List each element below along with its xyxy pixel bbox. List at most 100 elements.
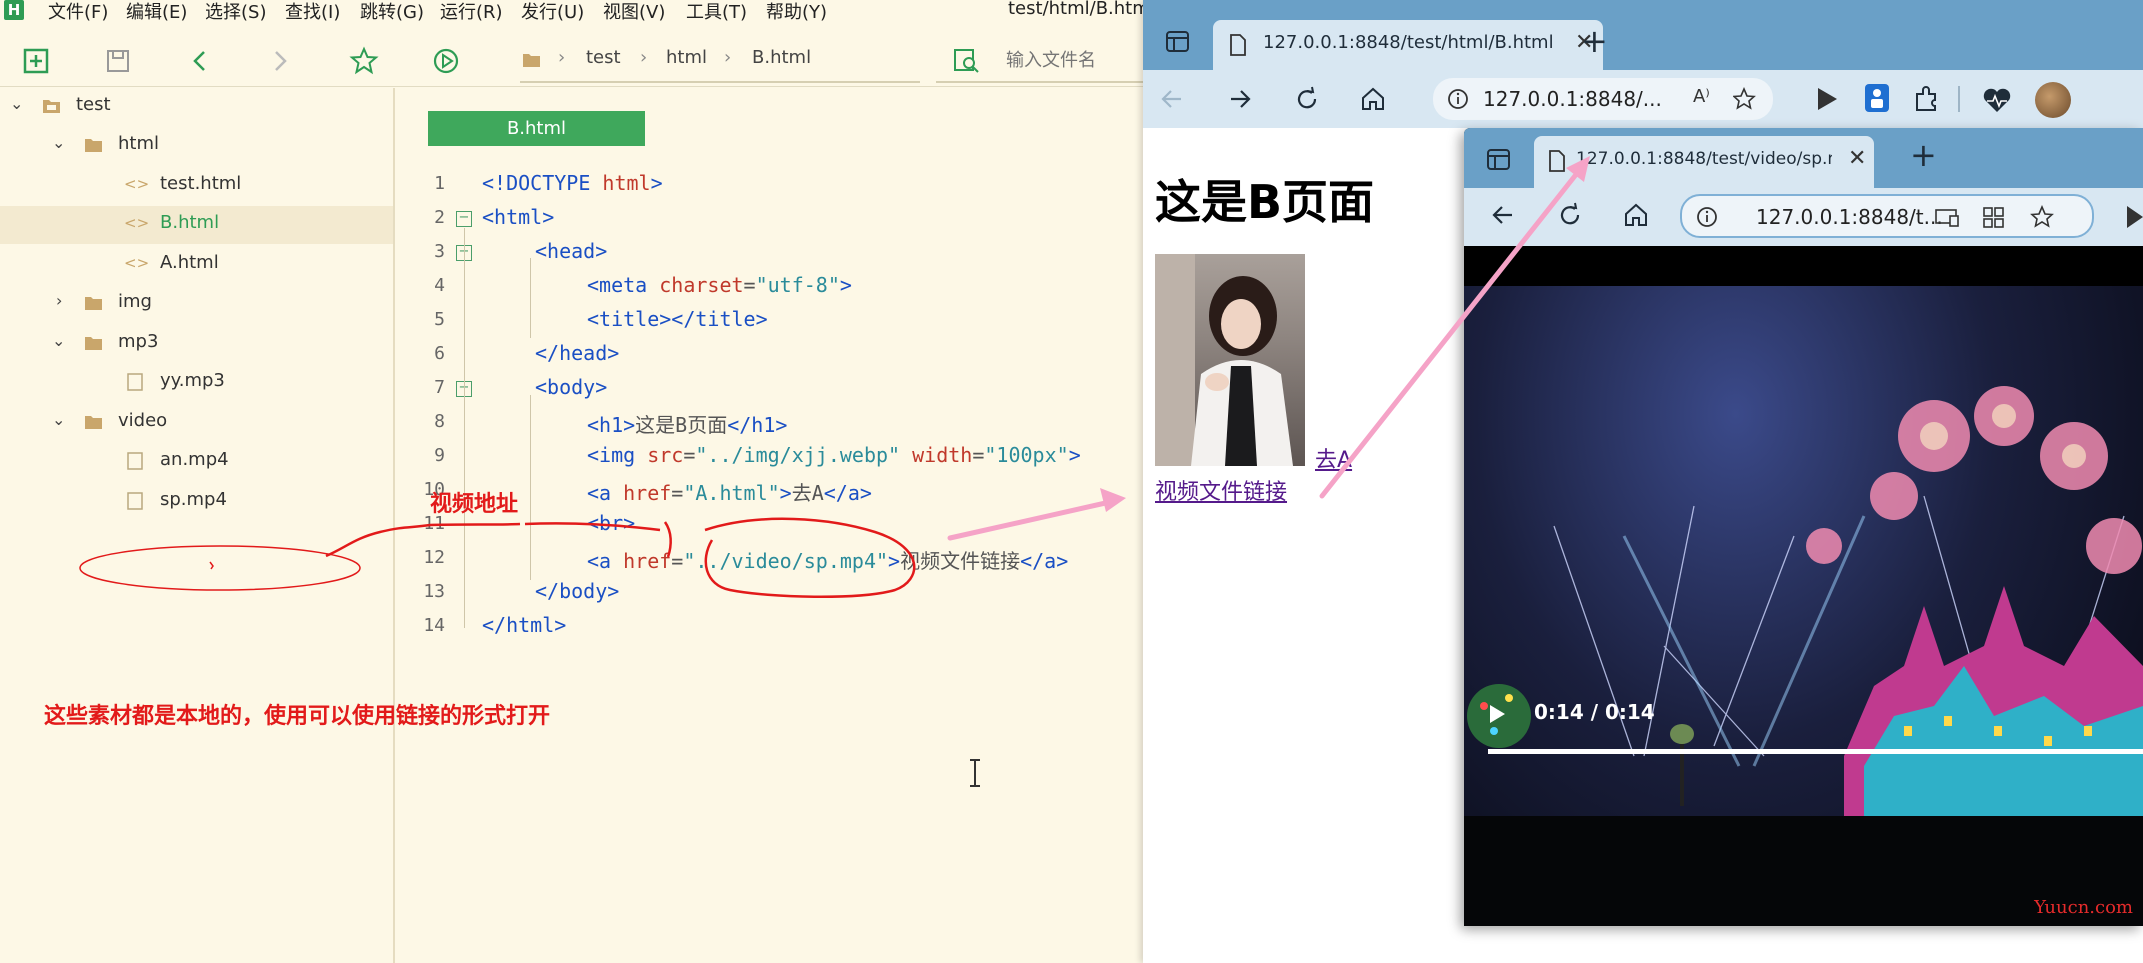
new-tab-icon[interactable]: + [1581,22,1608,60]
extension-figure-icon[interactable] [1863,82,1891,114]
cast-icon[interactable] [1934,208,1960,228]
video-progress-track[interactable] [1488,749,2143,754]
add-favorite-icon[interactable] [1733,87,1759,111]
tree-item-label: yy.mp3 [160,370,225,391]
health-icon[interactable] [1981,86,2013,114]
refresh-icon[interactable] [1556,201,1584,229]
tab-actions-icon[interactable] [1165,30,1191,54]
tree-item-a-html[interactable]: <> A.html [0,246,393,284]
save-icon[interactable] [100,43,136,79]
page-heading: 这是B页面 [1155,175,1375,229]
breadcrumb-item-file[interactable]: B.html [752,47,811,68]
file-icon [127,492,143,510]
star-icon[interactable] [346,43,382,79]
tree-item-video[interactable]: ⌄ video [0,404,393,442]
editor-tab-b-html[interactable]: B.html [428,111,645,146]
add-favorite-icon[interactable] [2030,205,2058,231]
toolbar-divider [1958,86,1960,112]
home-icon[interactable] [1622,201,1650,229]
play-extension-icon[interactable] [1815,86,1839,112]
folder-icon [85,297,102,310]
tree-item-an-mp4[interactable]: an.mp4 [0,443,393,481]
menu-find[interactable]: 查找(I) [285,0,340,24]
menu-view[interactable]: 视图(V) [603,0,665,24]
breadcrumb: › test › html › B.html [520,43,920,83]
code-token: href [623,481,672,505]
url-field[interactable]: 127.0.0.1:8848/... A⁾ [1433,78,1773,120]
refresh-icon[interactable] [1293,85,1321,113]
tab-actions-icon[interactable] [1486,148,1512,172]
tree-item-img[interactable]: › img [0,285,393,323]
menu-run[interactable]: 运行(R) [440,0,503,24]
line-number: 14 [423,615,445,636]
menu-publish[interactable]: 发行(U) [521,0,584,24]
code-token: = [671,481,684,505]
code-token: > [650,171,663,195]
menu-file[interactable]: 文件(F) [48,0,108,24]
browser-tab-active[interactable]: 127.0.0.1:8848/test/video/sp.mp4 ✕ [1534,136,1874,188]
play-icon[interactable] [1488,704,1506,724]
file-icon [127,452,143,470]
tree-item-label: mp3 [118,331,159,352]
code-token: <br> [587,511,636,535]
menu-help[interactable]: 帮助(Y) [766,0,827,24]
line-number: 7 [434,377,445,398]
line-number: 4 [434,275,445,296]
link-video-file[interactable]: 视频文件链接 [1155,474,1287,506]
browser-tab-bar: 127.0.0.1:8848/test/video/sp.mp4 ✕ + [1464,128,2143,188]
code-line-4: <meta charset="utf-8"> [587,273,852,297]
forward-icon[interactable] [1227,86,1253,112]
menu-tools[interactable]: 工具(T) [686,0,747,24]
code-token: <a [587,481,624,505]
menu-edit[interactable]: 编辑(E) [126,0,187,24]
app-grid-icon[interactable] [1982,206,2006,230]
run-icon[interactable] [428,43,464,79]
browser-address-bar: 127.0.0.1:8848/t... [1464,188,2143,246]
read-aloud-icon[interactable]: A⁾ [1693,86,1710,107]
back-icon[interactable] [1159,86,1185,112]
browser-tab-active[interactable]: 127.0.0.1:8848/test/html/B.html ✕ [1213,20,1603,70]
new-file-icon[interactable] [18,43,54,79]
tree-item-b-html[interactable]: <> B.html [0,206,393,244]
breadcrumb-item-test[interactable]: test [586,47,621,68]
url-text: 127.0.0.1:8848/t... [1756,205,1943,229]
file-search-input[interactable] [1006,45,1136,75]
home-icon[interactable] [1359,85,1387,113]
fold-toggle-icon[interactable]: − [456,211,472,227]
code-line-5: <title></title> [587,307,768,331]
html-file-icon: <> [124,175,150,193]
tree-item-test[interactable]: ⌄ test [0,88,393,126]
back-icon[interactable] [1490,202,1516,228]
forward-icon[interactable] [262,43,298,79]
menu-select[interactable]: 选择(S) [205,0,266,24]
code-token: </html> [482,613,567,637]
line-number: 12 [423,547,445,568]
close-tab-icon[interactable]: ✕ [1848,146,1866,171]
tree-item-sp-mp4[interactable]: sp.mp4 [0,483,393,521]
code-token: <head> [535,239,608,263]
tree-item-mp3[interactable]: ⌄ mp3 [0,325,393,363]
code-token: = [683,443,696,467]
tree-item-yy-mp3[interactable]: yy.mp3 [0,364,393,402]
breadcrumb-item-html[interactable]: html [666,47,707,68]
tree-item-test-html[interactable]: <> test.html [0,167,393,205]
line-number: 9 [434,445,445,466]
code-token: <!DOCTYPE [482,171,603,195]
line-number: 8 [434,411,445,432]
new-tab-icon[interactable]: + [1910,136,1937,174]
video-progress-fill [1488,749,2143,754]
tree-item-html[interactable]: ⌄ html [0,127,393,165]
code-token: href [623,549,672,573]
profile-avatar[interactable] [2035,82,2071,118]
play-extension-icon[interactable] [2124,204,2143,230]
code-line-3: <head> [535,239,607,263]
info-icon[interactable] [1447,88,1469,110]
back-icon[interactable] [182,43,218,79]
menu-goto[interactable]: 跳转(G) [360,0,424,24]
extensions-icon[interactable] [1911,84,1941,114]
link-go-to-a[interactable]: 去A [1315,442,1352,474]
url-field[interactable]: 127.0.0.1:8848/t... [1680,194,2094,238]
video-player[interactable]: 0:14 / 0:14 Yuucn.com [1464,286,2143,926]
info-icon[interactable] [1696,206,1718,228]
code-token: </a> [823,481,872,505]
